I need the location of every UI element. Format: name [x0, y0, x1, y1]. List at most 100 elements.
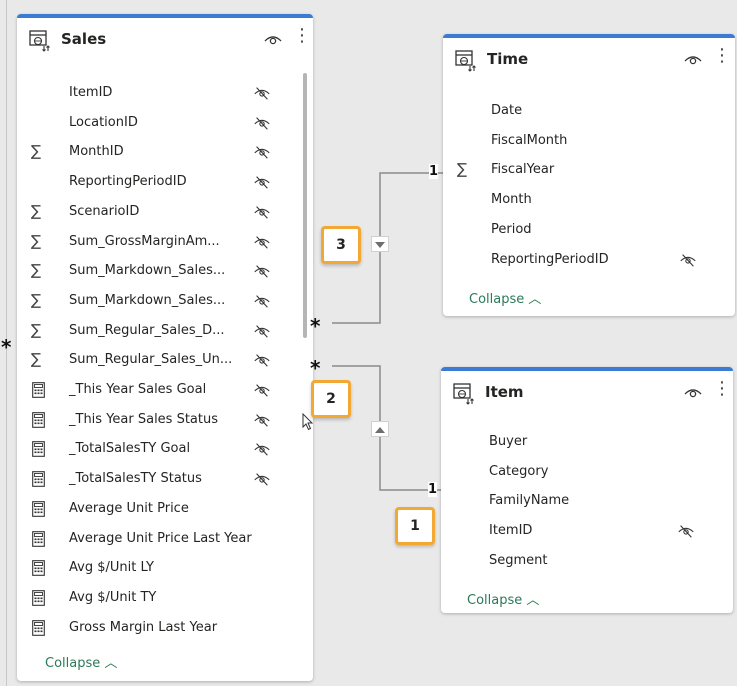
sales-table-header[interactable]: Sales ⋮ [17, 18, 313, 64]
visibility-eye-icon[interactable] [683, 385, 703, 401]
field-row[interactable]: ∑ ScenarioID [17, 197, 313, 227]
sales-time-many-marker: * [310, 314, 321, 338]
field-row[interactable]: ItemID [441, 516, 733, 546]
field-row[interactable]: _This Year Sales Status [17, 405, 313, 435]
calculator-icon [32, 471, 45, 487]
field-row[interactable]: Month [443, 185, 735, 215]
field-row[interactable]: ∑ Sum_Markdown_Sales... [17, 286, 313, 316]
field-name: ItemID [489, 523, 533, 539]
field-row[interactable]: Average Unit Price Last Year [17, 524, 313, 554]
time-table-header[interactable]: Time ⋮ [443, 38, 735, 84]
field-name: Avg $/Unit LY [69, 560, 154, 576]
item-collapse-button[interactable]: Collapse ︿ [467, 589, 539, 608]
field-row[interactable]: ∑ FiscalYear [443, 155, 735, 185]
hidden-eye-icon[interactable] [679, 252, 697, 268]
calculator-icon [32, 560, 45, 577]
hidden-eye-icon[interactable] [253, 352, 271, 368]
field-row[interactable]: Period [443, 215, 735, 245]
field-name: Category [489, 463, 549, 479]
sales-item-one-marker: 1 [428, 482, 438, 497]
table-icon [453, 383, 474, 405]
item-table-card[interactable]: Item ⋮ Buyer Category FamilyName ItemID Segm… [441, 367, 733, 613]
chevron-up-icon: ︿ [526, 593, 540, 608]
field-row[interactable]: Avg $/Unit TY [17, 583, 313, 613]
more-options-icon[interactable]: ⋮ [713, 379, 731, 405]
mouse-cursor-icon [302, 413, 314, 431]
field-row[interactable]: LocationID [17, 108, 313, 138]
visibility-eye-icon[interactable] [683, 52, 703, 68]
field-row[interactable]: ReportingPeriodID [443, 245, 735, 275]
time-table-title: Time [487, 50, 529, 68]
field-row[interactable]: Buyer [441, 427, 733, 457]
calculator-icon [32, 530, 45, 547]
sigma-icon: ∑ [31, 350, 42, 369]
field-name: Average Unit Price Last Year [69, 530, 252, 546]
field-row[interactable]: Segment [441, 546, 733, 576]
more-options-icon[interactable]: ⋮ [713, 46, 731, 72]
field-name: Period [491, 221, 532, 237]
filter-direction-up-icon[interactable] [371, 421, 389, 437]
field-name: ScenarioID [69, 203, 140, 219]
hidden-eye-icon[interactable] [253, 471, 271, 487]
field-row[interactable]: Date [443, 96, 735, 126]
hidden-eye-icon[interactable] [253, 412, 271, 428]
hidden-eye-icon[interactable] [253, 382, 271, 398]
field-row[interactable]: _This Year Sales Goal [17, 375, 313, 405]
sales-scrollbar[interactable] [303, 73, 307, 338]
filter-direction-down-icon[interactable] [371, 236, 389, 252]
hidden-eye-icon[interactable] [677, 523, 695, 539]
sales-collapse-button[interactable]: Collapse ︿ [45, 652, 117, 671]
field-name: ItemID [69, 85, 113, 100]
field-row[interactable]: Avg $/Unit LY [17, 553, 313, 583]
calculator-icon [32, 411, 45, 428]
sales-item-many-marker: * [310, 356, 321, 380]
field-row[interactable]: ReportingPeriodID [17, 167, 313, 197]
field-row[interactable]: Average Unit Price [17, 494, 313, 524]
field-row[interactable]: FamilyName [441, 486, 733, 516]
field-row[interactable]: _TotalSalesTY Status [17, 464, 313, 494]
time-collapse-button[interactable]: Collapse ︿ [469, 288, 541, 307]
field-row[interactable]: ∑ Sum_Markdown_Sales... [17, 256, 313, 286]
chevron-up-icon: ︿ [528, 292, 542, 307]
field-row[interactable]: ∑ MonthID [17, 137, 313, 167]
hidden-eye-icon[interactable] [253, 174, 271, 190]
hidden-eye-icon[interactable] [253, 441, 271, 457]
more-options-icon[interactable]: ⋮ [293, 26, 311, 52]
callout-badge-2: 2 [311, 380, 351, 418]
field-row[interactable]: ∑ Sum_Regular_Sales_Un... [17, 345, 313, 375]
sigma-icon: ∑ [31, 201, 42, 220]
field-row[interactable]: Gross Margin Last Year [17, 613, 313, 643]
hidden-eye-icon[interactable] [253, 323, 271, 339]
field-row[interactable]: Category [441, 457, 733, 487]
hidden-eye-icon[interactable] [253, 293, 271, 309]
chevron-up-icon: ︿ [104, 656, 118, 671]
field-row[interactable]: ∑ Sum_GrossMarginAm... [17, 227, 313, 257]
collapse-label: Collapse [467, 593, 523, 608]
sigma-icon: ∑ [31, 231, 42, 250]
field-name: ReportingPeriodID [69, 174, 187, 190]
table-icon [455, 50, 476, 72]
left-edge-many-marker: * [1, 335, 12, 359]
field-row[interactable]: ∑ Sum_Regular_Sales_D... [17, 316, 313, 346]
field-name: FamilyName [489, 493, 570, 509]
hidden-eye-icon[interactable] [253, 85, 271, 101]
hidden-eye-icon[interactable] [253, 115, 271, 131]
field-row[interactable]: FiscalMonth [443, 126, 735, 156]
item-table-title: Item [485, 383, 524, 401]
field-name: Sum_Regular_Sales_Un... [69, 352, 233, 368]
model-canvas[interactable]: Sales ⋮ ItemID LocationID ∑ MonthID Reportin… [1, 0, 737, 686]
time-table-card[interactable]: Time ⋮ Date FiscalMonth ∑ FiscalYear Month Pe… [443, 34, 735, 316]
hidden-eye-icon[interactable] [253, 144, 271, 160]
calculator-icon [32, 590, 45, 606]
visibility-eye-icon[interactable] [263, 32, 283, 48]
field-row[interactable]: ItemID [17, 78, 313, 108]
field-name: _TotalSalesTY Status [69, 471, 202, 487]
field-row[interactable]: _TotalSalesTY Goal [17, 434, 313, 464]
sales-table-card[interactable]: Sales ⋮ ItemID LocationID ∑ MonthID Reportin… [17, 14, 313, 681]
item-table-header[interactable]: Item ⋮ [441, 371, 733, 417]
calculator-icon [32, 619, 45, 636]
hidden-eye-icon[interactable] [253, 263, 271, 279]
hidden-eye-icon[interactable] [253, 234, 271, 250]
hidden-eye-icon[interactable] [253, 204, 271, 220]
field-name: Avg $/Unit TY [69, 589, 157, 605]
